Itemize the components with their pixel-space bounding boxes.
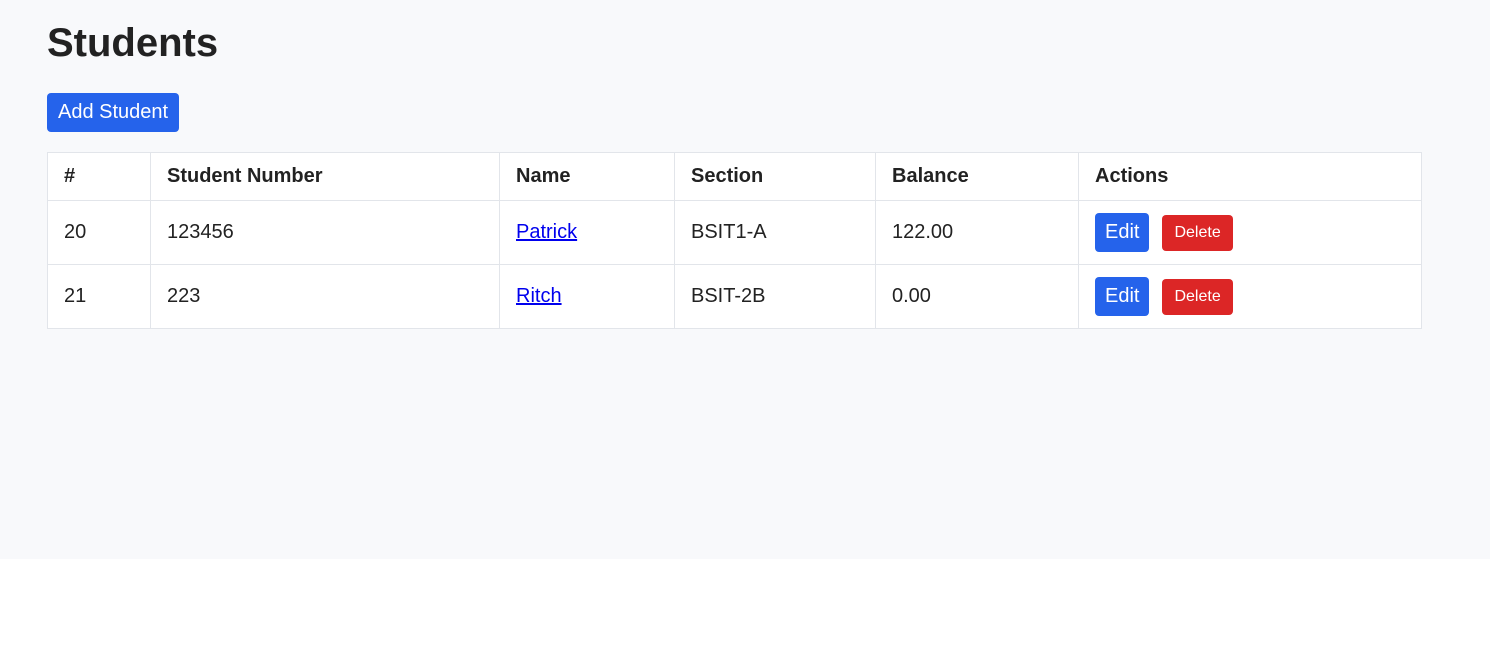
header-name: Name: [499, 152, 675, 201]
cell-section: BSIT-2B: [674, 264, 876, 329]
header-section: Section: [674, 152, 876, 201]
cell-balance: 122.00: [875, 200, 1079, 265]
cell-balance: 0.00: [875, 264, 1079, 329]
cell-actions: Edit Delete: [1078, 264, 1422, 329]
table-row: 20 123456 Patrick BSIT1-A 122.00 Edit Del…: [47, 200, 1422, 265]
table-header-row: # Student Number Name Section Balance Ac…: [47, 152, 1422, 201]
delete-button[interactable]: Delete: [1162, 278, 1233, 315]
page-background: Students Add Student # Student Number Na…: [0, 0, 1490, 559]
student-name-link[interactable]: Patrick: [516, 221, 577, 243]
cell-name: Patrick: [499, 200, 675, 265]
header-balance: Balance: [875, 152, 1079, 201]
cell-student-number: 223: [150, 264, 500, 329]
edit-button[interactable]: Edit: [1095, 277, 1150, 316]
header-student-number: Student Number: [150, 152, 500, 201]
students-table: # Student Number Name Section Balance Ac…: [47, 152, 1422, 329]
student-name-link[interactable]: Ritch: [516, 285, 562, 307]
cell-id: 21: [47, 264, 151, 329]
cell-id: 20: [47, 200, 151, 265]
header-number: #: [47, 152, 151, 201]
cell-section: BSIT1-A: [674, 200, 876, 265]
delete-button[interactable]: Delete: [1162, 214, 1233, 251]
table-row: 21 223 Ritch BSIT-2B 0.00 Edit Delete: [47, 264, 1422, 329]
page-title: Students: [47, 21, 219, 65]
cell-actions: Edit Delete: [1078, 200, 1422, 265]
edit-button[interactable]: Edit: [1095, 213, 1150, 252]
cell-name: Ritch: [499, 264, 675, 329]
add-student-button[interactable]: Add Student: [47, 93, 180, 132]
cell-student-number: 123456: [150, 200, 500, 265]
header-actions: Actions: [1078, 152, 1422, 201]
